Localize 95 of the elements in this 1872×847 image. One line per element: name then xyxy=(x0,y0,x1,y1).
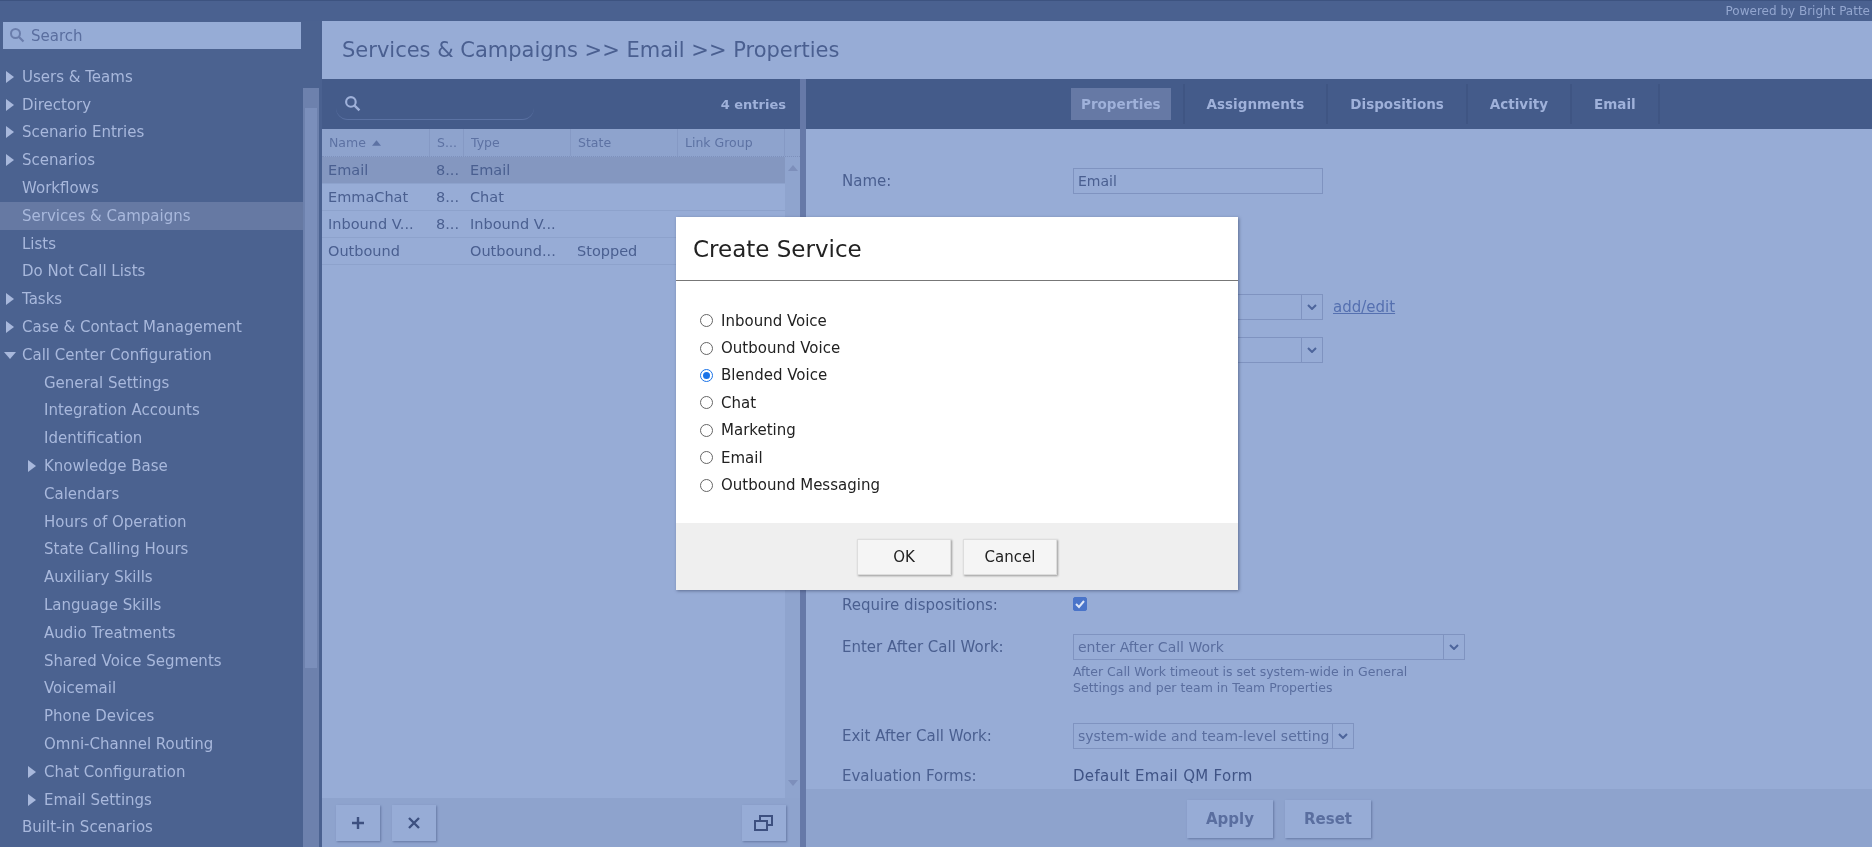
plus-icon xyxy=(351,816,365,830)
field-label: Name: xyxy=(842,171,893,190)
field-label: Exit After Call Work: xyxy=(842,726,993,745)
sidebar-item[interactable]: Scenarios xyxy=(0,146,303,175)
collapsed-arrow-icon[interactable] xyxy=(4,98,16,111)
close-icon xyxy=(407,816,421,830)
sidebar-item[interactable]: Call Center Configuration xyxy=(0,340,303,369)
option-label: Chat xyxy=(721,393,757,412)
window-button[interactable] xyxy=(742,805,786,841)
windows-icon xyxy=(754,815,774,831)
sidebar-item[interactable]: Integration Accounts xyxy=(0,396,303,425)
field-label: Evaluation Forms: xyxy=(842,766,978,785)
sidebar-item[interactable]: Workflows xyxy=(0,174,303,202)
tab[interactable]: Dispositions xyxy=(1340,88,1454,120)
sidebar-item[interactable]: Email Settings xyxy=(0,785,303,814)
table-row[interactable]: EmmaChat 8... Chat xyxy=(322,184,785,211)
delete-button[interactable] xyxy=(392,805,436,841)
sidebar-item[interactable]: Users & Teams xyxy=(0,63,303,91)
collapsed-arrow-icon[interactable] xyxy=(26,793,38,806)
scrollbar[interactable] xyxy=(303,88,319,847)
sidebar-item[interactable]: Shared Voice Segments xyxy=(0,646,303,675)
table-row[interactable]: Email 8... Email xyxy=(322,157,785,184)
table-cell-text: Stopped xyxy=(576,243,639,259)
option-label: Marketing xyxy=(721,421,796,440)
field-label: Enter After Call Work: xyxy=(842,637,1005,656)
sidebar-item[interactable]: General Settings xyxy=(0,368,303,397)
action-button[interactable]: Apply xyxy=(1187,799,1273,838)
collapsed-arrow-icon[interactable] xyxy=(4,293,16,306)
powered-by-text: Powered by Bright Patte xyxy=(1725,4,1871,18)
caret-icon xyxy=(1307,347,1317,353)
table-cell-text: Email xyxy=(469,162,512,178)
option-label: Outbound Messaging xyxy=(721,476,880,495)
dialog-button[interactable]: OK xyxy=(857,538,951,575)
page-title: Services & Campaigns >> Email >> Properties xyxy=(342,38,840,62)
collapsed-arrow-icon[interactable] xyxy=(4,70,16,83)
table-cell-text: 8... xyxy=(435,162,461,178)
option-label: Email xyxy=(721,448,763,467)
table-cell-text: Inbound V... xyxy=(327,216,415,232)
table-cell-text: 8... xyxy=(435,189,461,205)
dialog-button[interactable]: Cancel xyxy=(963,538,1057,575)
sidebar-item[interactable]: Directory xyxy=(0,90,303,119)
caret-icon xyxy=(1338,733,1348,739)
option-label: Blended Voice xyxy=(721,366,828,385)
sidebar-item[interactable]: Audio Treatments xyxy=(0,618,303,647)
collapsed-arrow-icon[interactable] xyxy=(4,126,16,139)
sidebar-item[interactable]: Scenario Entries xyxy=(0,118,303,147)
sidebar-item[interactable]: Hours of Operation xyxy=(0,507,303,536)
sidebar-item[interactable]: Do Not Call Lists xyxy=(0,257,303,286)
tab[interactable]: Email xyxy=(1584,88,1646,120)
table-cell-text: Inbound V... xyxy=(469,216,557,232)
sidebar-item[interactable]: Tasks xyxy=(0,285,303,314)
collapsed-arrow-icon[interactable] xyxy=(4,321,16,334)
collapsed-arrow-icon[interactable] xyxy=(4,154,16,167)
sidebar-item[interactable]: Identification xyxy=(0,424,303,453)
table-cell-text: 8... xyxy=(435,216,461,232)
table-cell-text: EmmaChat xyxy=(327,189,410,205)
table-cell-text: Outbound xyxy=(327,243,401,259)
sidebar-item[interactable]: Omni-Channel Routing xyxy=(0,730,303,758)
collapsed-arrow-icon[interactable] xyxy=(26,765,38,778)
sidebar-item[interactable]: Auxiliary Skills xyxy=(0,563,303,592)
sidebar-item[interactable]: Chat Configuration xyxy=(0,757,303,786)
sidebar-item[interactable]: Phone Devices xyxy=(0,702,303,731)
collapsed-arrow-icon[interactable] xyxy=(26,460,38,473)
search-field[interactable]: Search xyxy=(3,22,301,49)
name-field[interactable]: Email xyxy=(1073,168,1323,194)
checkbox[interactable] xyxy=(1073,597,1087,611)
caret-icon xyxy=(1307,304,1317,310)
caret-icon xyxy=(1449,644,1459,650)
sort-ascending-icon xyxy=(371,139,381,146)
add-button[interactable] xyxy=(336,805,380,841)
search-icon xyxy=(9,27,25,43)
search-icon xyxy=(344,95,361,112)
action-button[interactable]: Reset xyxy=(1285,799,1371,838)
table-cell-text: Chat xyxy=(469,189,505,205)
table-cell-text: Outbound... xyxy=(469,243,557,259)
sidebar-item[interactable]: State Calling Hours xyxy=(0,535,303,564)
field-value: Default Email QM Form xyxy=(1073,766,1253,785)
tab[interactable]: Properties xyxy=(1071,88,1171,120)
option-label: Outbound Voice xyxy=(721,339,841,358)
add-edit-link[interactable]: add/edit xyxy=(1333,298,1396,316)
tab[interactable]: Activity xyxy=(1479,88,1559,120)
sidebar-item[interactable]: Built-in Scenarios xyxy=(0,813,303,842)
table-cell-text: Email xyxy=(327,162,370,178)
tab[interactable]: Assignments xyxy=(1196,88,1315,120)
hint-text: After Call Work timeout is set system-wide in General Settings and per team in Team Properties xyxy=(1073,664,1409,697)
entries-count: 4 entries xyxy=(720,96,786,112)
sidebar-item[interactable]: Knowledge Base xyxy=(0,452,303,480)
sidebar-item[interactable]: Services & Campaigns xyxy=(0,202,303,230)
sidebar-item[interactable]: Language Skills xyxy=(0,591,303,619)
sidebar-item[interactable]: Case & Contact Management xyxy=(0,313,303,341)
option-label: Inbound Voice xyxy=(721,311,827,330)
field-label: Require dispositions: xyxy=(842,595,999,614)
sidebar-item[interactable]: Calendars xyxy=(0,479,303,508)
sidebar-item[interactable]: Lists xyxy=(0,229,303,258)
sidebar-item[interactable]: Voicemail xyxy=(0,674,303,703)
